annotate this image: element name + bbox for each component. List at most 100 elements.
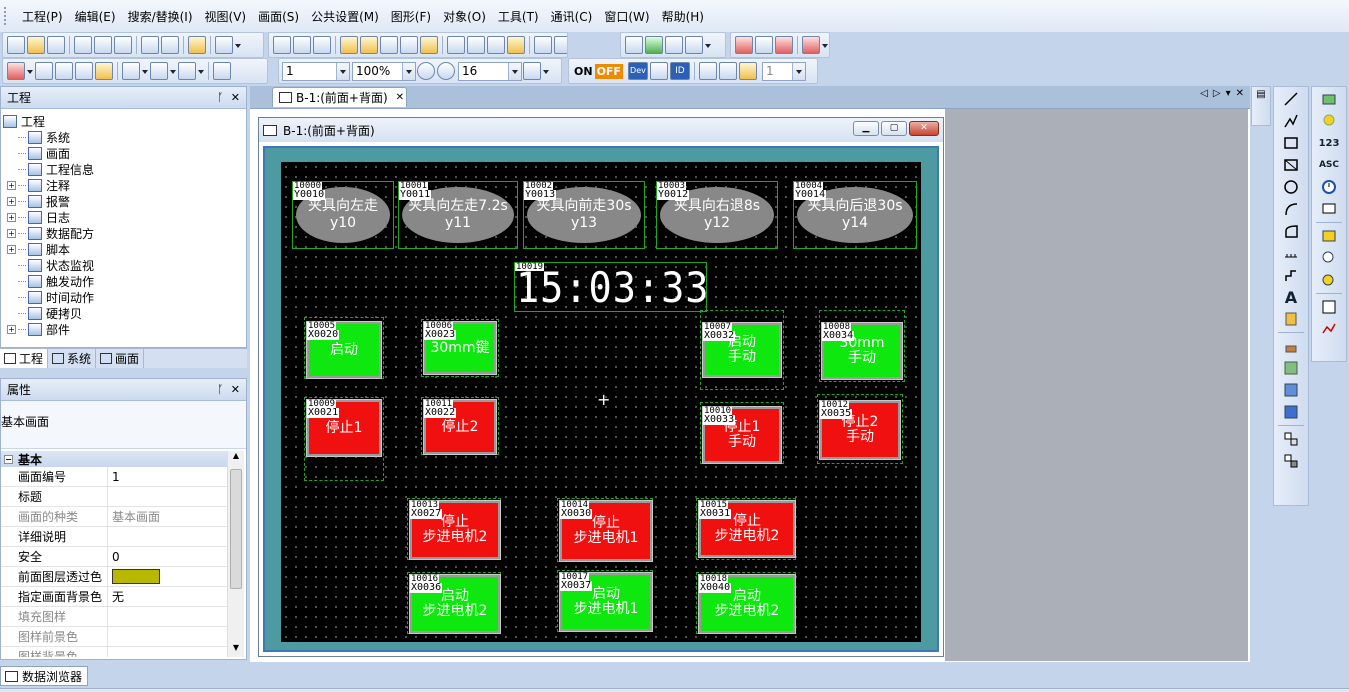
toolbar-more-icon[interactable] <box>234 36 242 54</box>
close-tab-icon[interactable]: ✕ <box>396 92 404 103</box>
tree-item[interactable]: 触发动作 <box>1 273 246 289</box>
property-icon[interactable] <box>507 36 525 54</box>
tab-screen[interactable]: 画面 <box>96 349 145 368</box>
image-icon[interactable] <box>1280 358 1302 378</box>
hmi-button[interactable]: 启动 步进电机1 10017 X0037 <box>557 570 653 632</box>
property-row[interactable]: 标题 <box>1 487 227 507</box>
pattern-icon[interactable] <box>122 62 140 80</box>
close-icon[interactable]: ✕ <box>231 91 240 104</box>
menu-search-replace[interactable]: 搜索/替换(I) <box>122 8 199 25</box>
hmi-button[interactable]: 30mm键 10006 X0023 <box>421 319 499 377</box>
help-icon[interactable] <box>215 36 233 54</box>
rectangle-icon[interactable] <box>1280 133 1302 153</box>
graph-icon[interactable] <box>1318 297 1340 317</box>
hmi-button[interactable]: 停止2 手动 10012 X0035 <box>817 394 903 464</box>
tree-item[interactable]: 硬拷贝 <box>1 305 246 321</box>
zoom-out-icon[interactable] <box>437 62 455 80</box>
polyline-icon[interactable] <box>1280 111 1302 131</box>
open-folder-icon[interactable] <box>27 36 45 54</box>
color-swatch[interactable] <box>112 569 160 584</box>
layer-combo[interactable]: 1 <box>761 61 806 81</box>
lamp-indicator[interactable]: 夹具向前走30s y13 10002 Y0013 <box>523 181 645 249</box>
replace-icon[interactable] <box>685 36 703 54</box>
arc-icon[interactable] <box>1280 199 1302 219</box>
hmi-button[interactable]: 启动 步进电机2 10016 X0036 <box>407 572 501 634</box>
tree-item[interactable]: 工程信息 <box>1 161 246 177</box>
verify-icon[interactable] <box>775 36 793 54</box>
property-value[interactable]: 0 <box>108 550 227 564</box>
scroll-down-icon[interactable]: ▼ <box>228 643 244 657</box>
tree-item[interactable]: 系统 <box>1 129 246 145</box>
chevron-down-icon[interactable] <box>402 62 415 80</box>
group-icon[interactable] <box>447 36 465 54</box>
close-window-icon[interactable]: ✕ <box>909 121 939 136</box>
property-row[interactable]: 图样背景色 <box>1 647 227 657</box>
dev-alt-icon[interactable] <box>649 62 668 80</box>
menu-project[interactable]: 工程(P) <box>16 8 69 25</box>
properties-section[interactable]: − 基本 <box>1 451 227 467</box>
tab-system[interactable]: 系统 <box>48 349 97 368</box>
comment-display-icon[interactable] <box>1318 199 1340 219</box>
property-row[interactable]: 画面的种类 基本画面 <box>1 507 227 527</box>
fill-color-icon[interactable] <box>178 62 196 80</box>
property-row[interactable]: 画面编号 1 <box>1 467 227 487</box>
data-list-icon[interactable] <box>380 36 398 54</box>
trend-icon[interactable] <box>1318 319 1340 339</box>
hmi-button[interactable]: 停止 步进电机1 10014 X0030 <box>557 498 653 562</box>
tree-item[interactable]: + 数据配方 <box>1 225 246 241</box>
property-value[interactable]: 1 <box>108 470 227 484</box>
expand-icon[interactable]: + <box>7 244 16 254</box>
dropdown-icon[interactable] <box>542 62 550 80</box>
hmi-button[interactable]: 停止 步进电机2 10015 X0031 <box>696 498 796 560</box>
collapse-icon[interactable]: − <box>4 454 13 464</box>
lamp-indicator[interactable]: 夹具向左走 y10 10000 Y0010 <box>292 181 394 249</box>
dev-view-icon[interactable] <box>534 36 552 54</box>
sector-icon[interactable] <box>1280 221 1302 241</box>
zoom-in-icon[interactable] <box>417 62 435 80</box>
device-list-icon[interactable] <box>340 36 358 54</box>
search-icon[interactable] <box>665 36 683 54</box>
tree-item[interactable]: 时间动作 <box>1 289 246 305</box>
clock-icon[interactable] <box>1318 177 1340 197</box>
menu-figure[interactable]: 图形(F) <box>385 8 437 25</box>
clock-display[interactable]: 10019 15:03:33 <box>514 262 709 312</box>
screen-open-icon[interactable] <box>293 36 311 54</box>
toolbar-more-icon[interactable] <box>704 36 712 54</box>
menu-view[interactable]: 视图(V) <box>199 8 253 25</box>
lamp-indicator[interactable]: 夹具向左走7.2s y11 10001 Y0011 <box>398 181 518 249</box>
property-row[interactable]: 前面图层透过色 <box>1 567 227 587</box>
line-icon[interactable] <box>1280 89 1302 109</box>
check-icon[interactable] <box>625 36 643 54</box>
dropdown-icon[interactable] <box>26 62 34 80</box>
tab-data-browser[interactable]: 数据浏览器 <box>0 666 88 686</box>
dev-display-button[interactable]: Dev <box>627 62 648 80</box>
back-icon[interactable] <box>55 62 73 80</box>
preview-icon[interactable] <box>420 36 438 54</box>
screen-new-icon[interactable] <box>273 36 291 54</box>
property-row[interactable]: 填充图样 <box>1 607 227 627</box>
scale-icon[interactable] <box>1280 243 1302 263</box>
circle-icon[interactable] <box>1280 177 1302 197</box>
grid-combo[interactable]: 16 <box>458 61 522 81</box>
property-value[interactable]: 基本画面 <box>108 508 227 525</box>
hmi-canvas[interactable]: + 10019 15:03:33 夹具向左走 y10 10000 Y0010 夹… <box>281 162 921 642</box>
lamp-icon[interactable] <box>1318 111 1340 131</box>
minimize-icon[interactable]: ▁ <box>853 121 879 136</box>
zoom-combo[interactable]: 100% <box>352 61 416 81</box>
pin-icon[interactable]: ᚪ <box>217 383 224 396</box>
expand-icon[interactable]: + <box>7 324 16 334</box>
tree-item[interactable]: + 注释 <box>1 177 246 193</box>
property-value[interactable] <box>108 569 227 584</box>
chevron-down-icon[interactable] <box>508 62 521 80</box>
bmp-icon[interactable] <box>1280 402 1302 422</box>
tab-next-icon[interactable]: ▷ <box>1213 88 1221 99</box>
library-icon[interactable]: ▤ <box>1252 87 1270 100</box>
parts-icon[interactable] <box>1280 429 1302 449</box>
maximize-icon[interactable]: ▢ <box>881 121 907 136</box>
cut-icon[interactable] <box>74 36 92 54</box>
tab-prev-icon[interactable]: ◁ <box>1200 88 1208 99</box>
stairs-icon[interactable] <box>1280 265 1302 285</box>
menu-screen[interactable]: 画面(S) <box>252 8 305 25</box>
alarm-icon[interactable] <box>1318 226 1340 246</box>
front-layer-icon[interactable] <box>698 62 717 80</box>
